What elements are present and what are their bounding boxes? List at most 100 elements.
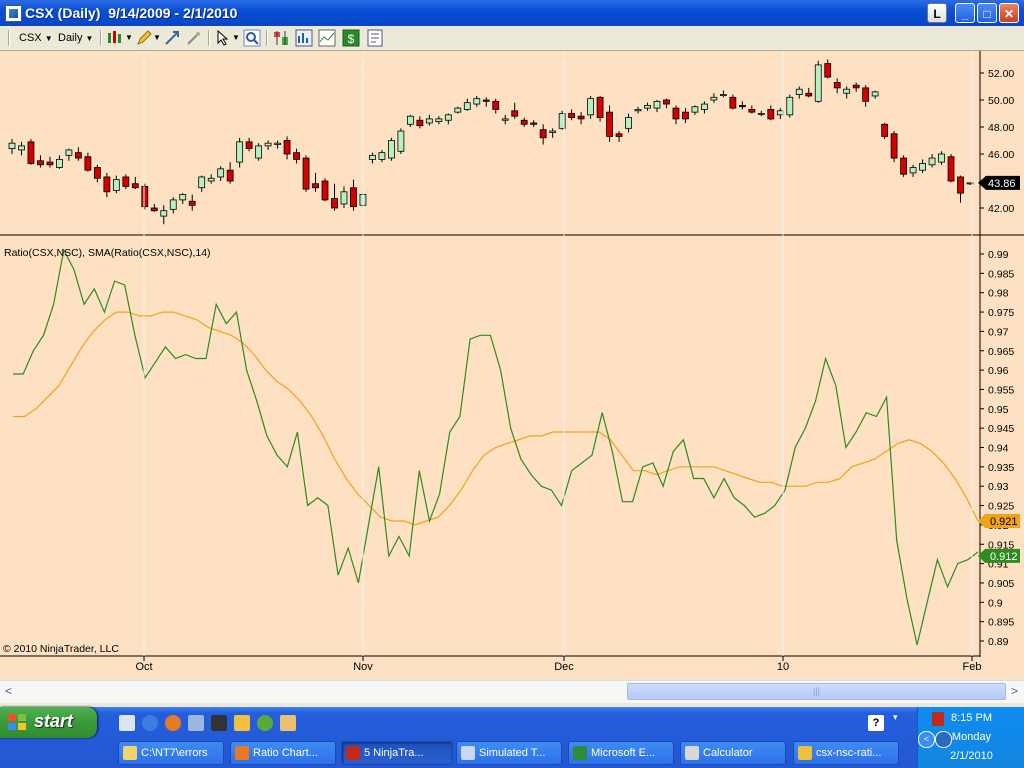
candle-up	[757, 113, 765, 115]
clock-time[interactable]: 8:15 PM	[918, 712, 1024, 724]
properties-icon[interactable]	[366, 29, 384, 47]
candle-down	[84, 156, 92, 171]
candle-down	[122, 176, 130, 187]
instrument-selector[interactable]: CSX ▼	[19, 30, 53, 46]
candle-up	[169, 199, 177, 210]
windows-flag-icon	[8, 714, 26, 730]
price-tick-label: 52.00	[988, 68, 1014, 80]
taskbar-button[interactable]: C:\NT7\errors	[118, 741, 224, 765]
indicator-tick-label: 0.935	[988, 462, 1014, 474]
chevron-down-icon: ▼	[85, 34, 94, 43]
chart-canvas[interactable]: OctNovDec10Feb52.0050.0048.0046.0044.004…	[0, 51, 1024, 679]
firefox-quicklaunch-icon[interactable]	[165, 715, 181, 731]
bar-chart-icon[interactable]	[272, 29, 290, 47]
browser-quicklaunch-icon[interactable]	[142, 715, 158, 731]
dollar-icon[interactable]: $	[342, 29, 360, 47]
cursor-pointer-icon[interactable]	[214, 29, 232, 47]
candle-up	[198, 176, 206, 189]
candle-up	[814, 64, 822, 102]
candle-down	[682, 111, 689, 120]
horizontal-scrollbar[interactable]: < ||| >	[0, 680, 1024, 703]
taskbar-button[interactable]: Simulated T...	[456, 741, 562, 765]
candlestick-style-icon[interactable]	[106, 29, 124, 47]
indicator-label: Ratio(CSX,NSC), SMA(Ratio(CSX,NSC),14)	[4, 247, 211, 259]
title-bar[interactable]: CSX (Daily) 9/14/2009 - 2/1/2010 L _ □ ✕	[0, 0, 1024, 26]
utorrent-quicklaunch-icon[interactable]	[257, 715, 273, 731]
candle-down	[530, 122, 538, 125]
svg-text:$: $	[348, 32, 355, 46]
ie-quicklaunch-icon[interactable]	[119, 715, 135, 731]
scroll-left-arrow[interactable]: <	[0, 682, 17, 701]
candle-down	[46, 161, 54, 166]
maximize-button[interactable]: □	[977, 3, 997, 23]
indicator-panel	[13, 248, 979, 646]
taskbar-button[interactable]: Ratio Chart...	[230, 741, 336, 765]
indicator-tick-label: 0.925	[988, 501, 1014, 513]
candle-down	[824, 63, 832, 78]
scroll-right-arrow[interactable]: >	[1006, 682, 1023, 701]
candle-down	[312, 183, 319, 189]
candle-up	[56, 159, 63, 168]
chart-panel[interactable]: OctNovDec10Feb52.0050.0048.0046.0044.004…	[0, 51, 1024, 679]
scroll-thumb[interactable]: |||	[627, 683, 1006, 700]
taskbar-button[interactable]: csx-nsc-rati...	[793, 741, 899, 765]
candle-up	[207, 177, 215, 182]
close-button[interactable]: ✕	[999, 3, 1019, 23]
tray-expand-icon[interactable]: ▾	[893, 712, 905, 724]
indicator-tick-label: 0.975	[988, 307, 1014, 319]
system-tray: < 8:15 PM Monday 2/1/2010	[917, 707, 1024, 768]
ninjatrader-app-icon[interactable]	[5, 5, 22, 22]
pencil-draw-icon[interactable]	[135, 29, 153, 47]
candle-down	[350, 187, 357, 208]
chevron-down-icon[interactable]: ▼	[153, 30, 161, 46]
paint-quicklaunch-icon[interactable]	[234, 715, 250, 731]
chevron-down-icon[interactable]: ▼	[232, 30, 240, 46]
copyright-label: © 2010 NinjaTrader, LLC	[3, 643, 119, 655]
zoom-icon[interactable]	[185, 29, 203, 47]
candle-down	[568, 113, 576, 118]
candle-up	[776, 110, 784, 116]
clock-date: 2/1/2010	[950, 750, 993, 762]
candle-up	[112, 179, 120, 191]
toolbar-separator	[266, 30, 268, 46]
candle-down	[738, 105, 746, 108]
chart-toolbar: CSX ▼ Daily ▼ ▼ ▼ ▼ $	[0, 26, 1024, 51]
magnifier-icon[interactable]	[243, 29, 261, 47]
candle-up	[928, 157, 936, 166]
indicator-tick-label: 0.96	[988, 365, 1009, 377]
candle-up	[65, 149, 73, 156]
candle-up	[644, 105, 651, 109]
data-box-icon[interactable]	[295, 29, 313, 47]
misc-quicklaunch-icon[interactable]	[280, 715, 296, 731]
toolbar-separator	[100, 30, 102, 46]
candle-up	[397, 130, 405, 152]
start-label: start	[34, 711, 74, 731]
chevron-down-icon[interactable]: ▼	[125, 30, 133, 46]
candle-up	[549, 130, 557, 133]
taskbar-button-label: csx-nsc-rati...	[816, 747, 882, 759]
help-icon[interactable]: ?	[868, 715, 884, 731]
taskbar-button[interactable]: Calculator	[680, 741, 786, 765]
link-button[interactable]: L	[927, 3, 947, 23]
candle-down	[577, 115, 585, 120]
taskbar-button[interactable]: Microsoft E...	[568, 741, 674, 765]
ratio-current-label: 0.912	[990, 551, 1018, 563]
indicator-tick-label: 0.94	[988, 443, 1009, 455]
window-title: CSX (Daily) 9/14/2009 - 2/1/2010	[25, 5, 238, 21]
candle-up	[938, 153, 945, 163]
strategy-chart-icon[interactable]	[318, 29, 336, 47]
media-quicklaunch-icon[interactable]	[211, 715, 227, 731]
app-quicklaunch-icon[interactable]	[188, 715, 204, 731]
start-button[interactable]: start	[0, 707, 97, 738]
taskbar-button[interactable]: 5 NinjaTra...	[341, 741, 453, 765]
period-selector[interactable]: Daily ▼	[58, 30, 93, 46]
indicator-tick-label: 0.9	[988, 597, 1003, 609]
candle-down	[482, 99, 490, 102]
clock-day: Monday	[951, 731, 992, 743]
candle-down	[321, 180, 329, 201]
candle-up	[179, 194, 187, 201]
candle-up	[786, 96, 794, 116]
candle-down	[188, 200, 196, 206]
pan-icon[interactable]	[163, 29, 181, 47]
minimize-button[interactable]: _	[955, 3, 975, 23]
